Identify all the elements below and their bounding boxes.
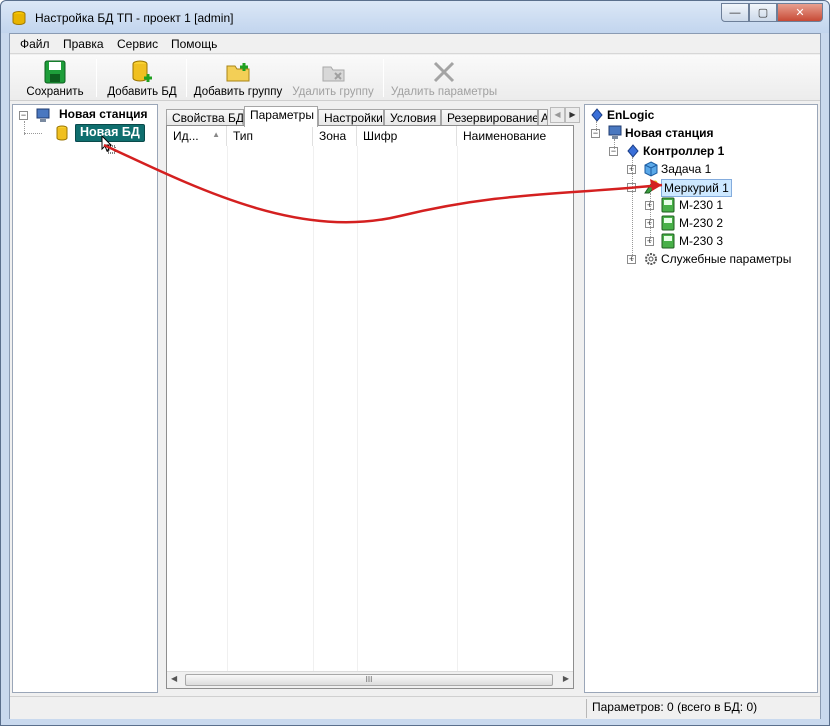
enlogic-icon — [591, 108, 603, 122]
right-tree-panel[interactable]: EnLogic − Новая станция − Контроллер 1 +… — [584, 104, 818, 693]
add-db-label: Добавить БД — [107, 86, 177, 98]
add-database-icon — [132, 60, 152, 82]
col-header-id[interactable]: Ид... ▲ — [167, 126, 227, 146]
delete-params-button[interactable]: Удалить параметры — [390, 57, 498, 99]
delete-group-button[interactable]: Удалить группу — [288, 57, 378, 99]
delete-group-label: Удалить группу — [292, 86, 374, 98]
controller-icon — [627, 144, 639, 158]
sort-asc-icon: ▲ — [212, 130, 220, 139]
scroll-right-icon[interactable]: ▶ — [563, 674, 569, 683]
menu-bar: Файл Правка Сервис Помощь — [10, 34, 820, 54]
maximize-button[interactable]: ▢ — [749, 3, 777, 22]
gear-icon — [645, 253, 657, 265]
mercury-device-icon — [644, 180, 658, 194]
meter-icon-1 — [661, 197, 675, 213]
tab-right-arrow-icon[interactable]: ▶ — [565, 107, 580, 123]
add-group-button[interactable]: Добавить группу — [192, 57, 284, 99]
center-panel: Свойства БД Параметры Настройки Условия … — [162, 104, 580, 693]
col-header-code[interactable]: Шифр — [357, 126, 457, 146]
col-id-label: Ид... — [173, 129, 199, 143]
floppy-save-icon — [44, 60, 66, 84]
tree-device-3[interactable]: М-230 3 — [679, 234, 723, 252]
database-icon — [56, 125, 68, 141]
minimize-button[interactable]: — — [721, 3, 749, 22]
tab-scroll-buttons: ◀ ▶ — [550, 107, 580, 124]
tab-conditions[interactable]: Условия — [384, 109, 441, 126]
add-db-button[interactable]: Добавить БД — [104, 57, 180, 99]
parameters-grid[interactable]: Ид... ▲ Тип Зона Шифр Наименование ◀ III … — [166, 125, 574, 689]
tree-station[interactable]: Новая станция — [59, 107, 147, 125]
status-bar: Параметров: 0 (всего в БД: 0) — [10, 696, 820, 719]
scroll-thumb[interactable]: III — [185, 674, 553, 686]
menu-help[interactable]: Помощь — [171, 37, 217, 51]
tree-station-right[interactable]: Новая станция — [625, 126, 713, 144]
col-header-zone[interactable]: Зона — [313, 126, 357, 146]
window-title: Настройка БД ТП - проект 1 [admin] — [35, 11, 234, 25]
app-window: Настройка БД ТП - проект 1 [admin] — ▢ ✕… — [0, 0, 830, 726]
tab-db-properties[interactable]: Свойства БД — [166, 109, 244, 126]
add-folder-icon — [226, 63, 250, 82]
computer-icon — [36, 108, 50, 122]
station-computer-icon — [608, 125, 622, 139]
horizontal-scrollbar[interactable]: ◀ III ▶ — [167, 671, 573, 688]
client-area: Файл Правка Сервис Помощь Сохранить Доба… — [9, 33, 821, 719]
tree-mercury-selected[interactable]: Меркурий 1 — [661, 179, 732, 197]
tree-device-1[interactable]: М-230 1 — [679, 198, 723, 216]
tab-reservation[interactable]: Резервирование — [441, 109, 538, 126]
tree-device-2[interactable]: М-230 2 — [679, 216, 723, 234]
tab-parameters[interactable]: Параметры — [244, 106, 318, 127]
tab-settings[interactable]: Настройки — [318, 109, 384, 126]
save-label: Сохранить — [26, 86, 84, 98]
tab-left-arrow-icon[interactable]: ◀ — [550, 107, 565, 123]
menu-file[interactable]: Файл — [20, 37, 50, 51]
cube-task-icon — [644, 161, 658, 177]
tree-service-params[interactable]: Служебные параметры — [661, 252, 791, 270]
drag-cursor-icon — [101, 135, 116, 154]
delete-params-label: Удалить параметры — [390, 86, 498, 98]
collapse-icon[interactable]: − — [19, 111, 28, 120]
delete-folder-icon — [322, 66, 345, 82]
toolbar: Сохранить Добавить БД Добавить группу Уд… — [10, 55, 820, 101]
status-divider — [586, 699, 587, 718]
delete-x-icon — [433, 61, 455, 83]
database-app-icon — [12, 11, 26, 26]
tree-controller[interactable]: Контроллер 1 — [643, 144, 724, 162]
meter-icon-3 — [661, 233, 675, 249]
status-params-count: Параметров: 0 (всего в БД: 0) — [592, 700, 758, 714]
menu-service[interactable]: Сервис — [117, 37, 158, 51]
title-bar[interactable]: Настройка БД ТП - проект 1 [admin] — ▢ ✕ — [1, 1, 829, 33]
col-header-name[interactable]: Наименование — [457, 126, 573, 146]
add-group-label: Добавить группу — [193, 86, 283, 98]
meter-icon-2 — [661, 215, 675, 231]
left-tree-panel[interactable]: − Новая станция Новая БД — [12, 104, 158, 693]
tree-task[interactable]: Задача 1 — [661, 162, 711, 180]
save-button[interactable]: Сохранить — [20, 57, 90, 99]
tab-more[interactable]: А — [538, 109, 548, 126]
scroll-left-icon[interactable]: ◀ — [171, 674, 177, 683]
close-button[interactable]: ✕ — [777, 3, 823, 22]
menu-edit[interactable]: Правка — [63, 37, 104, 51]
col-header-type[interactable]: Тип — [227, 126, 313, 146]
